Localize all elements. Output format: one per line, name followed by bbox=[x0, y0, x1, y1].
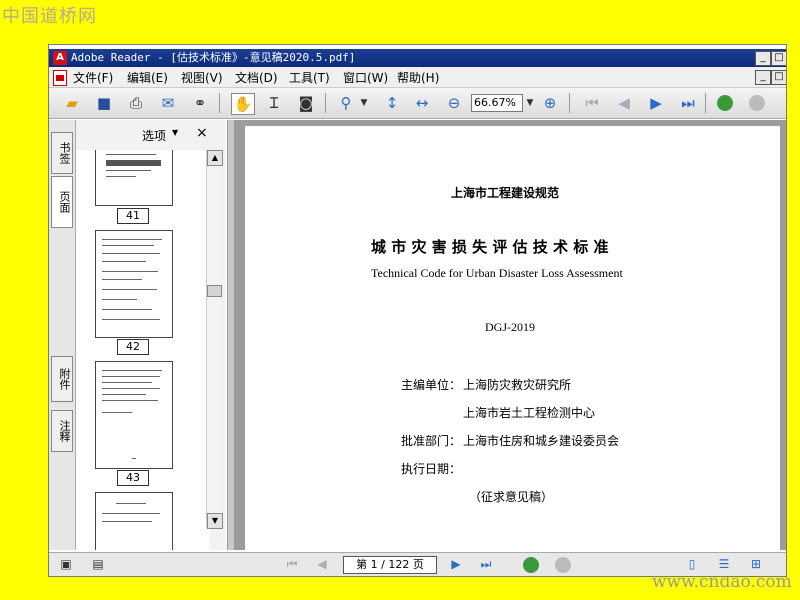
menu-help[interactable]: 帮助(H) bbox=[397, 69, 439, 86]
status-bar: ▣ ▤ ⏮ ◀ 第 1 / 122 页 ▶ ⏭ ▯ ☰ ⊞ bbox=[49, 552, 786, 576]
tab-attachments[interactable]: 附件 bbox=[51, 356, 73, 402]
minimize-button[interactable]: _ bbox=[755, 51, 771, 66]
menu-file[interactable]: 文件(F) bbox=[73, 69, 113, 86]
fit-page-icon[interactable]: ↕ bbox=[381, 93, 403, 113]
thumbnail-list: 41 42 43 bbox=[76, 150, 210, 550]
menu-window[interactable]: 窗口(W) bbox=[343, 69, 388, 86]
snapshot-camera-icon[interactable]: ◙ bbox=[295, 93, 317, 113]
scroll-up-icon[interactable]: ▲ bbox=[207, 150, 223, 166]
approval-department: 上海市住房和城乡建设委员会 bbox=[463, 434, 620, 448]
menu-edit[interactable]: 编辑(E) bbox=[127, 69, 168, 86]
options-menu[interactable]: 选项 bbox=[142, 127, 166, 144]
thumbnail-page-number: 42 bbox=[117, 339, 149, 355]
thumbnail-page[interactable] bbox=[95, 150, 173, 206]
pages-panel-header: 选项 ▼ × bbox=[76, 120, 226, 148]
thumbnail-page-number: 41 bbox=[117, 208, 149, 224]
editor-unit-2: 上海市岩土工程检测中心 bbox=[463, 406, 596, 420]
maximize-button[interactable]: □ bbox=[771, 51, 786, 66]
close-panel-button[interactable]: × bbox=[196, 125, 208, 141]
adobe-reader-icon: A bbox=[53, 51, 67, 65]
last-page-icon[interactable]: ⏭ bbox=[677, 93, 699, 113]
doc-header: 上海市工程建设规范 bbox=[451, 186, 560, 200]
pdf-page: 上海市工程建设规范 城 市 灾 害 损 失 评 估 技 术 标 准 Techni… bbox=[245, 126, 780, 550]
document-menu-icon[interactable] bbox=[53, 70, 67, 86]
toolbar-separator bbox=[219, 93, 220, 113]
editor-label: 主编单位： bbox=[401, 378, 462, 392]
zoom-in-icon[interactable]: ⊕ bbox=[539, 93, 561, 113]
tab-comments[interactable]: 注释 bbox=[51, 410, 73, 452]
status-go-forward-icon[interactable] bbox=[555, 557, 571, 573]
zoom-tool-dropdown-icon[interactable]: ▼ bbox=[353, 93, 375, 113]
status-go-back-icon[interactable] bbox=[523, 557, 539, 573]
page-number-input[interactable]: 第 1 / 122 页 bbox=[343, 556, 437, 574]
reader-window: A Adobe Reader - [估技术标准》-意见稿2020.5.pdf] … bbox=[48, 44, 787, 577]
thumbnail-page[interactable] bbox=[95, 230, 173, 338]
tab-bookmarks[interactable]: 书签 bbox=[51, 132, 73, 174]
menu-bar: 文件(F) 编辑(E) 视图(V) 文档(D) 工具(T) 窗口(W) 帮助(H… bbox=[49, 67, 786, 88]
single-page-layout-icon[interactable]: ▯ bbox=[681, 554, 703, 574]
zoom-dropdown-icon[interactable]: ▼ bbox=[519, 93, 541, 113]
draft-note: （征求意见稿） bbox=[469, 490, 554, 504]
first-page-icon[interactable]: ⏮ bbox=[581, 93, 603, 113]
hand-tool-icon[interactable]: ✋ bbox=[231, 93, 255, 115]
next-page-icon[interactable]: ▶ bbox=[645, 93, 667, 113]
search-binoculars-icon[interactable]: ⚭ bbox=[189, 93, 211, 113]
menu-view[interactable]: 视图(V) bbox=[181, 69, 223, 86]
effective-date-label: 执行日期： bbox=[401, 462, 462, 476]
options-dropdown-icon[interactable]: ▼ bbox=[172, 128, 178, 137]
status-last-page-icon[interactable]: ⏭ bbox=[475, 554, 497, 574]
status-next-page-icon[interactable]: ▶ bbox=[445, 554, 467, 574]
thumbnail-page[interactable] bbox=[95, 492, 173, 550]
tab-pages[interactable]: 页面 bbox=[51, 176, 73, 228]
facing-layout-icon[interactable]: ⊞ bbox=[745, 554, 767, 574]
status-previous-page-icon[interactable]: ◀ bbox=[311, 554, 333, 574]
email-icon[interactable]: ✉ bbox=[157, 93, 179, 113]
title-bar: A Adobe Reader - [估技术标准》-意见稿2020.5.pdf] … bbox=[49, 49, 786, 67]
doc-title-en: Technical Code for Urban Disaster Loss A… bbox=[371, 266, 623, 280]
thumbnail-page[interactable] bbox=[95, 361, 173, 469]
go-forward-icon[interactable] bbox=[749, 95, 765, 111]
status-first-page-icon[interactable]: ⏮ bbox=[281, 554, 303, 574]
doc-code: DGJ-2019 bbox=[485, 320, 535, 334]
save-icon[interactable]: ■ bbox=[93, 93, 115, 113]
doc-minimize-button[interactable]: _ bbox=[755, 70, 771, 85]
toolbar-separator bbox=[705, 93, 706, 113]
open-folder-icon[interactable]: ▰ bbox=[61, 93, 83, 113]
thumbnail-page-number: 43 bbox=[117, 470, 149, 486]
fit-width-icon[interactable]: ↔ bbox=[411, 93, 433, 113]
previous-page-icon[interactable]: ◀ bbox=[613, 93, 635, 113]
toolbar-separator bbox=[325, 93, 326, 113]
menu-document[interactable]: 文档(D) bbox=[235, 69, 278, 86]
pages-panel: 选项 ▼ × 41 42 43 ▲ ▼ bbox=[76, 120, 226, 550]
editor-unit-1: 上海防灾救灾研究所 bbox=[463, 378, 572, 392]
scroll-down-icon[interactable]: ▼ bbox=[207, 513, 223, 529]
watermark-top: 中国道桥网 bbox=[2, 6, 97, 27]
continuous-layout-icon[interactable]: ☰ bbox=[713, 554, 735, 574]
go-back-icon[interactable] bbox=[717, 95, 733, 111]
print-icon[interactable]: ⎙ bbox=[125, 93, 147, 113]
approval-label: 批准部门： bbox=[401, 434, 462, 448]
zoom-input[interactable]: 66.67% bbox=[471, 94, 523, 112]
thumbnail-scrollbar[interactable]: ▲ ▼ bbox=[206, 150, 223, 529]
window-title: Adobe Reader - [估技术标准》-意见稿2020.5.pdf] bbox=[71, 51, 356, 64]
select-text-icon[interactable]: Ɪ bbox=[263, 93, 285, 113]
toolbar-separator bbox=[569, 93, 570, 113]
zoom-out-icon[interactable]: ⊖ bbox=[443, 93, 465, 113]
panel-toggle-icon[interactable]: ▣ bbox=[55, 554, 77, 574]
toolbar: ▰ ■ ⎙ ✉ ⚭ ✋ Ɪ ◙ ⚲ ▼ ↕ ↔ ⊖ 66.67% ▼ ⊕ ⏮ ◀… bbox=[49, 88, 786, 119]
side-tabs: 书签 页面 附件 注释 bbox=[49, 120, 76, 550]
menu-tools[interactable]: 工具(T) bbox=[289, 69, 330, 86]
page-size-icon[interactable]: ▤ bbox=[87, 554, 109, 574]
doc-restore-button[interactable]: □ bbox=[771, 70, 786, 85]
document-view: 上海市工程建设规范 城 市 灾 害 损 失 评 估 技 术 标 准 Techni… bbox=[234, 120, 786, 550]
doc-title-cn: 城 市 灾 害 损 失 评 估 技 术 标 准 bbox=[371, 238, 609, 256]
scrollbar-thumb[interactable] bbox=[207, 285, 222, 297]
